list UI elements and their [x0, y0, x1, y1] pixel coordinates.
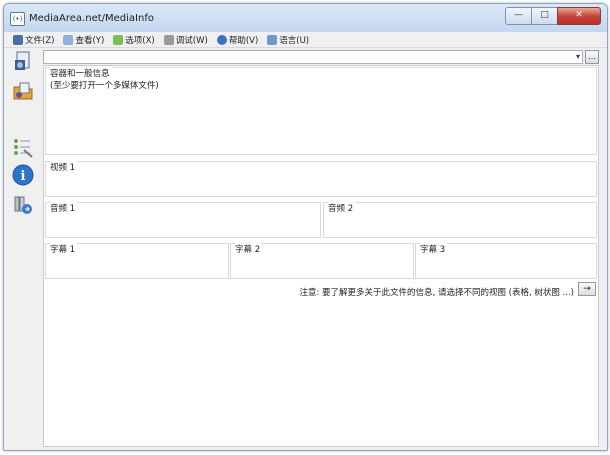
- menu-debug[interactable]: 调试(W): [163, 34, 208, 46]
- general-section-hint: (至少要打开一个多媒体文件): [50, 81, 159, 91]
- title-bar[interactable]: (•) MediaArea.net/MediaInfo — □ ✕: [4, 4, 607, 32]
- text-2-section: 字幕 2: [230, 243, 414, 279]
- file-selector-combo[interactable]: ▾: [43, 50, 583, 64]
- menu-file-label: 文件(Z): [25, 35, 55, 46]
- text-3-section: 字幕 3: [415, 243, 597, 279]
- menu-help[interactable]: 帮助(V): [216, 34, 259, 46]
- maximize-button[interactable]: □: [531, 7, 558, 25]
- menu-bar: 文件(Z) 查看(Y) 选项(X) 调试(W) 帮助(V) 语言(U): [4, 32, 607, 48]
- text-1-section: 字幕 1: [45, 243, 229, 279]
- info-icon[interactable]: i: [12, 164, 34, 186]
- sidebar: i: [4, 48, 42, 450]
- window-controls: — □ ✕: [505, 7, 601, 25]
- view-hint-note: 注意: 要了解更多关于此文件的信息, 请选择不同的视图 (表格, 树状图 ...…: [299, 288, 574, 298]
- info-panel: 容器和一般信息 (至少要打开一个多媒体文件) 视频 1 音频 1 音频 2 字幕…: [43, 65, 599, 447]
- language-icon: [267, 34, 278, 45]
- chevron-down-icon[interactable]: ▾: [576, 52, 580, 61]
- minimize-button[interactable]: —: [505, 7, 532, 25]
- audio-1-title: 音频 1: [50, 202, 78, 214]
- open-folder-icon[interactable]: [12, 80, 34, 102]
- text-3-title: 字幕 3: [420, 243, 448, 255]
- help-icon: [216, 34, 227, 45]
- menu-language-label: 语言(U): [279, 35, 310, 46]
- sheet-view-icon[interactable]: [12, 136, 34, 158]
- video-1-title: 视频 1: [50, 161, 78, 173]
- menu-help-label: 帮助(V): [228, 35, 259, 46]
- debug-icon: [163, 34, 174, 45]
- next-view-button[interactable]: →: [578, 282, 596, 296]
- window-title: MediaArea.net/MediaInfo: [29, 13, 154, 24]
- video-1-section: 视频 1: [45, 161, 597, 197]
- menu-file[interactable]: 文件(Z): [13, 34, 54, 46]
- browse-button[interactable]: ...: [585, 50, 599, 64]
- mediainfo-app-icon: (•): [10, 12, 25, 26]
- audio-2-section: 音频 2: [323, 202, 597, 238]
- audio-2-title: 音频 2: [328, 202, 356, 214]
- menu-debug-label: 调试(W): [175, 35, 208, 46]
- menu-options-label: 选项(X): [125, 35, 155, 46]
- view-icon: [63, 34, 74, 45]
- menu-view-label: 查看(Y): [75, 35, 105, 46]
- menu-view[interactable]: 查看(Y): [63, 34, 104, 46]
- general-section-title: 容器和一般信息: [50, 67, 112, 79]
- open-file-icon[interactable]: [12, 50, 34, 72]
- file-icon: [13, 34, 23, 45]
- svg-text:i: i: [21, 169, 26, 184]
- app-window: (•) MediaArea.net/MediaInfo — □ ✕ 文件(Z) …: [3, 3, 608, 451]
- close-button[interactable]: ✕: [557, 7, 601, 25]
- menu-options[interactable]: 选项(X): [113, 34, 155, 46]
- export-icon[interactable]: [12, 194, 34, 216]
- menu-language[interactable]: 语言(U): [267, 34, 309, 46]
- audio-1-section: 音频 1: [45, 202, 321, 238]
- general-section: 容器和一般信息 (至少要打开一个多媒体文件): [45, 67, 597, 155]
- text-1-title: 字幕 1: [50, 243, 78, 255]
- options-icon: [113, 34, 124, 45]
- text-2-title: 字幕 2: [235, 243, 263, 255]
